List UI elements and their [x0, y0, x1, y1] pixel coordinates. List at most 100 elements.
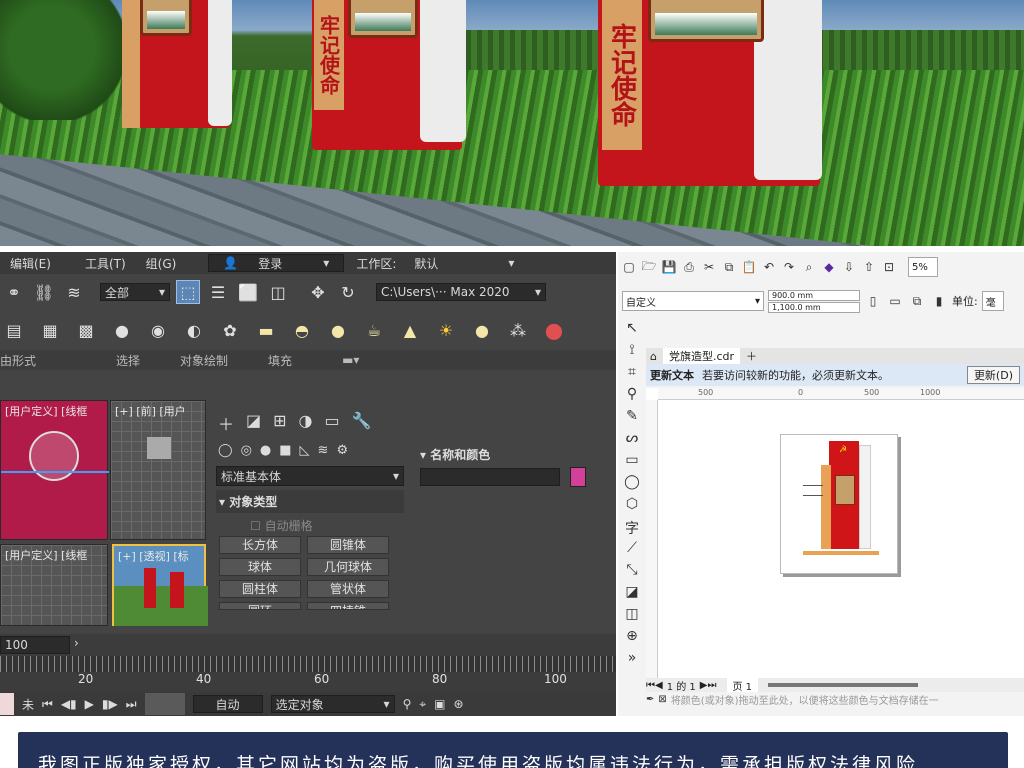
object-type-section[interactable]: ▾ 对象类型: [216, 490, 404, 513]
auto-key-button[interactable]: 自动: [192, 695, 263, 713]
workspace-dropdown[interactable]: 默认 ▾: [400, 254, 529, 272]
chevron-right-icon[interactable]: ›: [74, 636, 79, 650]
corel-connect-icon[interactable]: ◆: [820, 258, 838, 276]
modify-tab-icon[interactable]: ◪: [246, 411, 261, 435]
prev-frame-icon[interactable]: ◀▮: [61, 697, 77, 711]
zoom-extents-icon[interactable]: ⌖: [419, 697, 426, 712]
sphere-icon[interactable]: ●: [326, 318, 350, 342]
viewport-bottom-left[interactable]: [用户定义] [线框: [0, 544, 108, 626]
lights-icon[interactable]: ●: [260, 443, 271, 458]
rect-selection-icon[interactable]: ⬜: [236, 280, 260, 304]
window-crossing-icon[interactable]: ◫: [266, 280, 290, 304]
unlink-icon[interactable]: ⛓: [32, 280, 56, 304]
select-by-name-icon[interactable]: ☰: [206, 280, 230, 304]
add-tool-icon[interactable]: ⊕: [626, 628, 638, 650]
play-icon[interactable]: ▶: [85, 697, 94, 711]
no-color-icon[interactable]: ⊠: [658, 694, 666, 705]
undo-icon[interactable]: ↶: [760, 258, 778, 276]
connector-tool-icon[interactable]: ⤡: [626, 562, 637, 584]
select-object-icon[interactable]: ⬚: [176, 280, 200, 304]
portrait-icon[interactable]: ▯: [864, 292, 882, 310]
ellipse-tool-icon[interactable]: ◯: [624, 474, 640, 496]
layer-icon[interactable]: ▤: [2, 318, 26, 342]
pyramid-button[interactable]: 四棱锥: [307, 602, 389, 610]
bind-spacewarp-icon[interactable]: ≋: [62, 280, 86, 304]
new-tab-icon[interactable]: ＋: [746, 348, 757, 364]
publish-pdf-icon[interactable]: ⊡: [880, 258, 898, 276]
torus-button[interactable]: 圆环: [219, 602, 301, 610]
cameras-icon[interactable]: ■: [279, 443, 291, 458]
drop-shadow-icon[interactable]: ◪: [625, 584, 638, 606]
import-icon[interactable]: ⇩: [840, 258, 858, 276]
crop-tool-icon[interactable]: ⌗: [628, 364, 636, 386]
rotate-icon[interactable]: ↻: [336, 280, 360, 304]
text-tool-icon[interactable]: 字: [625, 518, 639, 540]
sphere-button[interactable]: 球体: [219, 558, 301, 576]
document-tab[interactable]: 党旗造型.cdr: [662, 348, 741, 364]
box-icon[interactable]: ▬: [254, 318, 278, 342]
geosphere-button[interactable]: 几何球体: [307, 558, 389, 576]
save-icon[interactable]: 💾: [660, 258, 678, 276]
systems-icon[interactable]: ⚙: [336, 443, 348, 458]
ribbon-freeform[interactable]: 由形式: [0, 352, 36, 369]
document-page[interactable]: ☭: [780, 434, 898, 574]
material-icon[interactable]: ●: [110, 318, 134, 342]
tube-button[interactable]: 管状体: [307, 580, 389, 598]
rectangle-tool-icon[interactable]: ▭: [625, 452, 638, 474]
link-icon[interactable]: ⚭: [2, 280, 26, 304]
polygon-tool-icon[interactable]: ⬡: [626, 496, 638, 518]
object-color-swatch[interactable]: [570, 467, 586, 487]
ribbon-menu-icon[interactable]: ▬▾: [342, 353, 359, 367]
spacewarps-icon[interactable]: ≋: [318, 443, 329, 458]
shapes-icon[interactable]: ◎: [241, 443, 252, 458]
page-height-field[interactable]: 1,100.0 mm: [768, 301, 860, 313]
color-swatch[interactable]: [0, 693, 14, 715]
ribbon-populate[interactable]: 填充: [268, 352, 292, 369]
array-icon[interactable]: ⁂: [506, 318, 530, 342]
menu-group[interactable]: 组(G): [136, 255, 187, 272]
cone-button[interactable]: 圆锥体: [307, 536, 389, 554]
category-dropdown[interactable]: 标准基本体 ▾: [216, 466, 404, 486]
dome-icon[interactable]: ◓: [290, 318, 314, 342]
path-field[interactable]: C:\Users\··· Max 2020 ▾: [376, 283, 546, 301]
create-tab-icon[interactable]: ＋: [218, 411, 234, 435]
next-page-icon[interactable]: ▶: [700, 680, 708, 691]
render-frame-icon[interactable]: ◐: [182, 318, 206, 342]
frame-counter[interactable]: 100: [0, 636, 70, 654]
redo-icon[interactable]: ↷: [780, 258, 798, 276]
motion-tab-icon[interactable]: ◑: [299, 411, 313, 435]
ribbon-selection[interactable]: 选择: [116, 352, 140, 369]
key-filter-dropdown[interactable]: 选定对象 ▾: [270, 695, 395, 713]
light-icon[interactable]: ●: [470, 318, 494, 342]
pick-tool-icon[interactable]: ↖: [626, 320, 638, 342]
horizontal-scrollbar[interactable]: [768, 683, 919, 687]
geometry-icon[interactable]: ◯: [218, 443, 233, 458]
helpers-icon[interactable]: ◺: [300, 443, 310, 458]
autogrid-checkbox[interactable]: ☐ 自动栅格: [210, 517, 410, 534]
cut-icon[interactable]: ✂: [700, 258, 718, 276]
viewport-bottom-right[interactable]: [+] [透视] [标: [112, 544, 208, 626]
menu-tools[interactable]: 工具(T): [75, 255, 136, 272]
key-icon[interactable]: [144, 693, 185, 715]
menu-edit[interactable]: 编辑(E): [0, 255, 61, 272]
page-preset-dropdown[interactable]: 自定义 ▾: [622, 291, 764, 311]
ribbon-object-paint[interactable]: 对象绘制: [180, 352, 228, 369]
export-icon[interactable]: ⇧: [860, 258, 878, 276]
orbit-icon[interactable]: ⊛: [453, 697, 463, 711]
zoom-icon[interactable]: ⚲: [403, 697, 412, 711]
object-name-field[interactable]: [420, 468, 560, 486]
page-tab[interactable]: 页 1: [726, 677, 759, 693]
last-page-icon[interactable]: ⏭: [708, 680, 717, 691]
login-dropdown[interactable]: 👤 登录 ▾: [208, 254, 345, 272]
units-dropdown[interactable]: 毫: [981, 291, 1004, 311]
new-document-icon[interactable]: ▢: [620, 258, 638, 276]
cube-icon[interactable]: ▣: [434, 697, 445, 711]
prev-page-icon[interactable]: ◀: [655, 680, 663, 691]
utilities-tab-icon[interactable]: 🔧: [352, 411, 372, 435]
more-tools-icon[interactable]: »: [628, 650, 637, 672]
copy-icon[interactable]: ⧉: [720, 258, 738, 276]
cylinder-button[interactable]: 圆柱体: [219, 580, 301, 598]
next-frame-icon[interactable]: ▮▶: [102, 697, 118, 711]
teapot-icon[interactable]: ☕: [362, 318, 386, 342]
render-setup-icon[interactable]: ◉: [146, 318, 170, 342]
